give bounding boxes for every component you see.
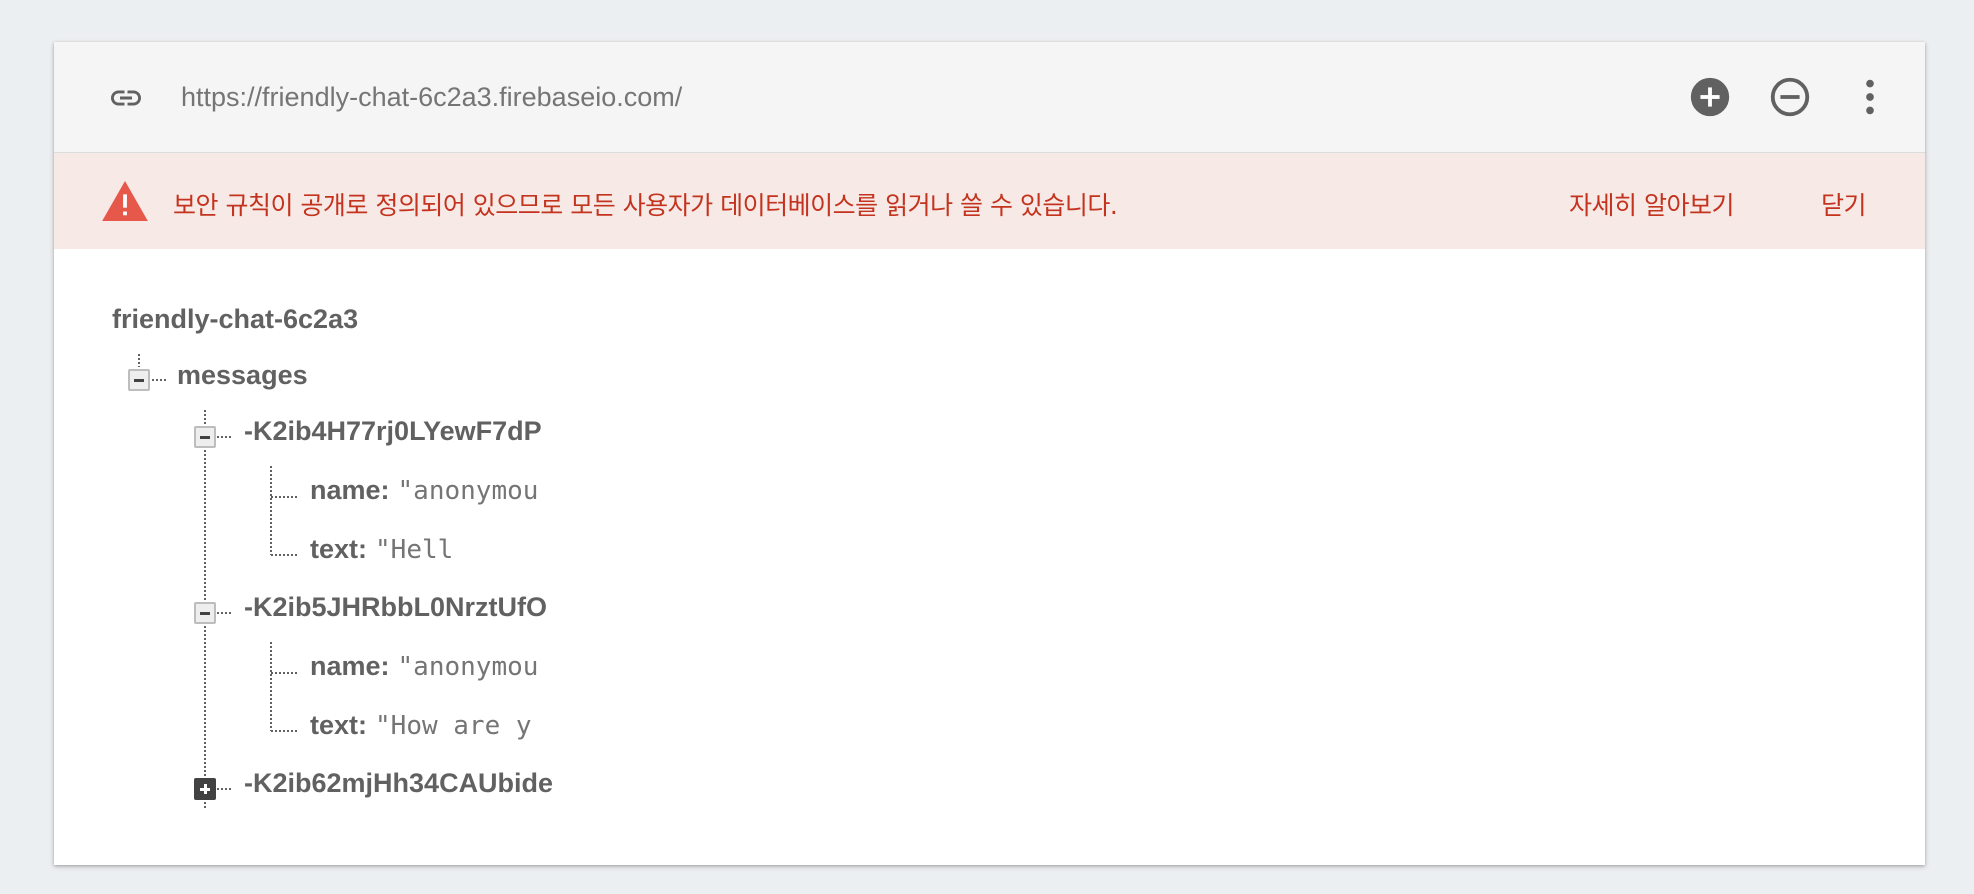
field-value: "anonymou [397, 652, 539, 682]
tree-leaf[interactable]: text: "How are y [310, 710, 532, 741]
security-warning-banner: 보안 규칙이 공개로 정의되어 있으므로 모든 사용자가 데이터베이스를 읽거나… [54, 153, 1925, 249]
tree-node-messages[interactable]: messages [177, 360, 308, 391]
remove-circle-icon[interactable] [1767, 74, 1813, 120]
field-value: "Hell [375, 535, 454, 565]
tree-leaf[interactable]: name: "anonymou [310, 651, 538, 682]
expand-toggle-message-3[interactable] [194, 778, 216, 800]
dismiss-button[interactable]: 닫기 [1821, 186, 1867, 222]
field-value: "anonymou [397, 476, 539, 506]
warning-message: 보안 규칙이 공개로 정의되어 있으므로 모든 사용자가 데이터베이스를 읽거나… [173, 191, 1118, 220]
database-url[interactable]: https://friendly-chat-6c2a3.firebaseio.c… [181, 82, 682, 113]
tree-leaf[interactable]: text: "Hell [310, 534, 453, 565]
learn-more-link[interactable]: 자세히 알아보기 [1569, 186, 1734, 222]
collapse-toggle-message-2[interactable] [194, 602, 216, 624]
warning-icon [102, 181, 148, 221]
database-panel: https://friendly-chat-6c2a3.firebaseio.c… [54, 42, 1925, 865]
tree-node-message-3[interactable]: -K2ib62mjHh34CAUbide [244, 768, 553, 799]
add-circle-icon[interactable] [1687, 74, 1733, 120]
field-key: text: [310, 534, 368, 564]
collapse-toggle-message-1[interactable] [194, 426, 216, 448]
field-key: text: [310, 710, 368, 740]
field-key: name: [310, 475, 390, 505]
link-icon [111, 90, 141, 106]
tree-node-message-2[interactable]: -K2ib5JHRbbL0NrztUfO [244, 592, 547, 623]
tree-node-message-1[interactable]: -K2ib4H77rj0LYewF7dP [244, 416, 542, 447]
collapse-toggle-messages[interactable] [128, 369, 150, 391]
field-key: name: [310, 651, 390, 681]
url-bar: https://friendly-chat-6c2a3.firebaseio.c… [54, 42, 1925, 153]
tree-leaf[interactable]: name: "anonymou [310, 475, 538, 506]
tree-root[interactable]: friendly-chat-6c2a3 [112, 304, 358, 335]
more-vert-icon[interactable] [1847, 74, 1893, 120]
field-value: "How are y [375, 711, 532, 741]
